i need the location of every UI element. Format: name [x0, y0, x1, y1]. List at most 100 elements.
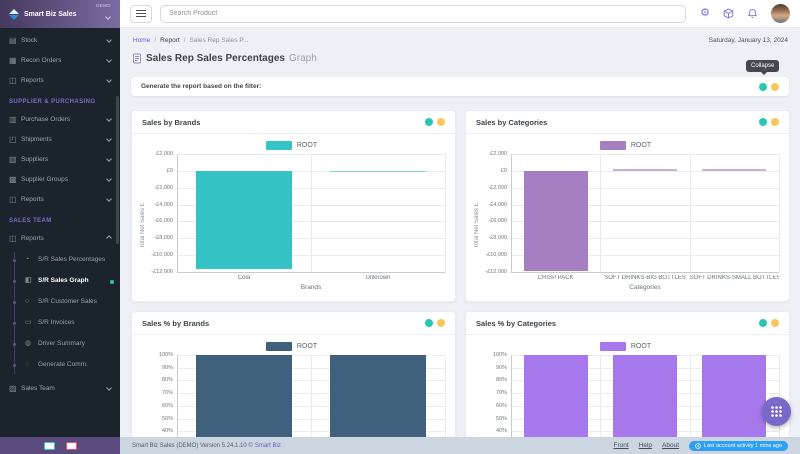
menu-toggle-button[interactable]: [130, 4, 152, 23]
sidebar-item-label: Recon Orders: [21, 56, 62, 64]
charts-grid: Sales by Brands ROOT Total Net Sales £ £…: [131, 110, 790, 454]
y-axis-ticks: £2,000 £0 -£2,000 -£4,000 -£6,000 -£8,000 -£10…: [147, 151, 177, 297]
y-tick-label: £0: [500, 167, 507, 174]
sidebar-subitem-generate-comm[interactable]: ◌ Generate Comm.: [0, 355, 120, 376]
breadcrumb-home[interactable]: Home: [133, 37, 150, 44]
sidebar-item-sales-team[interactable]: ▨ Sales Team: [0, 378, 120, 398]
language-flag-teal[interactable]: [43, 441, 55, 450]
bar-soft-drinks-big-bottles[interactable]: [612, 169, 678, 171]
clock-icon: [695, 442, 701, 449]
footer-brand-link[interactable]: Smart Biz: [255, 443, 281, 449]
chevron-down-icon: [106, 176, 112, 182]
chart-legend[interactable]: ROOT: [472, 139, 779, 151]
breadcrumb-report[interactable]: Report: [160, 37, 180, 44]
sidebar-item-reports-sales[interactable]: ◫ Reports: [0, 228, 120, 248]
bar-cola[interactable]: [195, 170, 293, 269]
chart-legend[interactable]: ROOT: [138, 139, 445, 151]
panel-collapse-dot[interactable]: [759, 118, 767, 126]
footer-link-help[interactable]: Help: [639, 442, 652, 449]
activity-badge[interactable]: Last account activity 1 mins ago: [689, 440, 788, 451]
sidebar-subitem-driver-summary[interactable]: ◍ Driver Summary: [0, 334, 120, 355]
chevron-down-icon: [106, 136, 112, 142]
y-tick-label: 40%: [495, 428, 507, 435]
brand-logo-icon: [8, 8, 19, 20]
brand-header[interactable]: Smart Biz Sales DEMO: [0, 0, 120, 28]
x-axis-title: Categories: [629, 284, 661, 291]
filter-collapse-dot[interactable]: [759, 82, 767, 91]
y-tick-label: £0: [166, 167, 173, 174]
category-separator: [779, 154, 780, 272]
breadcrumb-separator: /: [183, 37, 186, 44]
category-separator: [445, 154, 446, 272]
filter-options-dot[interactable]: [771, 82, 779, 91]
panel-collapse-dot[interactable]: [425, 319, 433, 327]
plot-area: [177, 154, 446, 273]
chart-legend[interactable]: ROOT: [138, 340, 445, 352]
reports-icon: ◫: [9, 233, 17, 243]
bar-crisp-pack[interactable]: [523, 170, 588, 272]
sidebar-item-label: Reports: [21, 234, 44, 242]
y-tick-label: -£12,000: [485, 269, 507, 275]
sidebar-scrollbar-thumb[interactable]: [116, 96, 119, 244]
gridline: [511, 154, 779, 155]
sidebar-subitem-sr-sales-graph[interactable]: ◧ S/R Sales Graph: [0, 271, 120, 292]
y-tick-label: 80%: [495, 377, 507, 384]
y-tick-label: -£2,000: [154, 184, 173, 191]
page-title: Sales Rep Sales Percentages Graph: [132, 53, 317, 64]
y-tick-label: 90%: [495, 364, 507, 371]
chart-legend[interactable]: ROOT: [472, 340, 779, 352]
footer-link-about[interactable]: About: [662, 442, 679, 449]
chart-area: ROOT Total Net Sales £ £2,000 £0 -£2,000 -£…: [466, 134, 789, 301]
sidebar-item-recon-orders[interactable]: ▦ Recon Orders: [0, 50, 120, 70]
sidebar-subitem-sr-invoices[interactable]: ▭ S/R Invoices: [0, 313, 120, 334]
subitem-label: Generate Comm.: [38, 361, 88, 369]
footer-link-front[interactable]: Front: [613, 442, 628, 449]
legend-label: ROOT: [296, 141, 318, 149]
x-category-labels: CRISP PACK SOFT DRINKS-BIG BOTTLES SOFT DR…: [511, 275, 779, 281]
sidebar-item-reports-supplier[interactable]: ◫ Reports: [0, 189, 120, 209]
user-avatar[interactable]: [771, 4, 790, 23]
panel-sales-pct-by-brands: Sales % by Brands ROOT 100% 90% 80% 70% 60% 5…: [131, 311, 456, 454]
category-separator: [689, 154, 691, 272]
cube-icon[interactable]: [723, 8, 734, 19]
panel-options-dot[interactable]: [771, 118, 779, 126]
shipments-icon: ◰: [9, 134, 17, 144]
sidebar-subitem-sr-sales-percentages[interactable]: ◔ S/R Sales Percentages: [0, 250, 120, 271]
subitem-label: S/R Customer Sales: [38, 298, 97, 306]
stock-icon: ▤: [9, 35, 17, 45]
breadcrumb-current: Sales Rep Sales P...: [189, 37, 249, 44]
panel-collapse-dot[interactable]: [425, 118, 433, 126]
y-tick-label: -£10,000: [485, 252, 507, 259]
search-input[interactable]: [160, 4, 687, 23]
invoice-icon: ▭: [25, 319, 32, 327]
gear-icon[interactable]: ⚙: [700, 8, 710, 19]
sidebar-item-purchase-orders[interactable]: ▥ Purchase Orders: [0, 109, 120, 129]
sidebar-footer: [0, 437, 120, 454]
reports-icon: ◫: [9, 194, 17, 204]
quick-menu-fab[interactable]: [762, 397, 791, 426]
x-category-labels: Cola Unknown: [177, 275, 445, 281]
panel-options-dot[interactable]: [437, 118, 445, 126]
y-tick-label: 100%: [492, 352, 507, 358]
chevron-down-icon: [106, 37, 112, 43]
sidebar-subitem-sr-customer-sales[interactable]: ○ S/R Customer Sales: [0, 292, 120, 313]
y-tick-label: 100%: [158, 352, 173, 358]
panel-header: Sales by Brands: [132, 111, 455, 134]
y-axis-title: Total Net Sales £: [139, 202, 146, 249]
sidebar-item-suppliers[interactable]: ▧ Suppliers: [0, 149, 120, 169]
sidebar-item-reports[interactable]: ◫ Reports: [0, 70, 120, 90]
panel-options-dot[interactable]: [771, 319, 779, 327]
panel-options-dot[interactable]: [437, 319, 445, 327]
chevron-up-icon: [106, 235, 112, 241]
panel-collapse-dot[interactable]: [759, 319, 767, 327]
sidebar-item-shipments[interactable]: ◰ Shipments: [0, 129, 120, 149]
sidebar-item-stock[interactable]: ▤ Stock: [0, 30, 120, 50]
supplier-groups-icon: ▩: [9, 174, 17, 184]
x-category-label: Unknown: [365, 275, 391, 281]
bar-unknown[interactable]: [329, 170, 427, 173]
sidebar-item-supplier-groups[interactable]: ▩ Supplier Groups: [0, 169, 120, 189]
y-tick-label: 70%: [495, 390, 507, 397]
bar-soft-drinks-small-bottles[interactable]: [702, 169, 767, 171]
language-flag-pink[interactable]: [65, 441, 77, 450]
bell-icon[interactable]: [747, 8, 758, 19]
